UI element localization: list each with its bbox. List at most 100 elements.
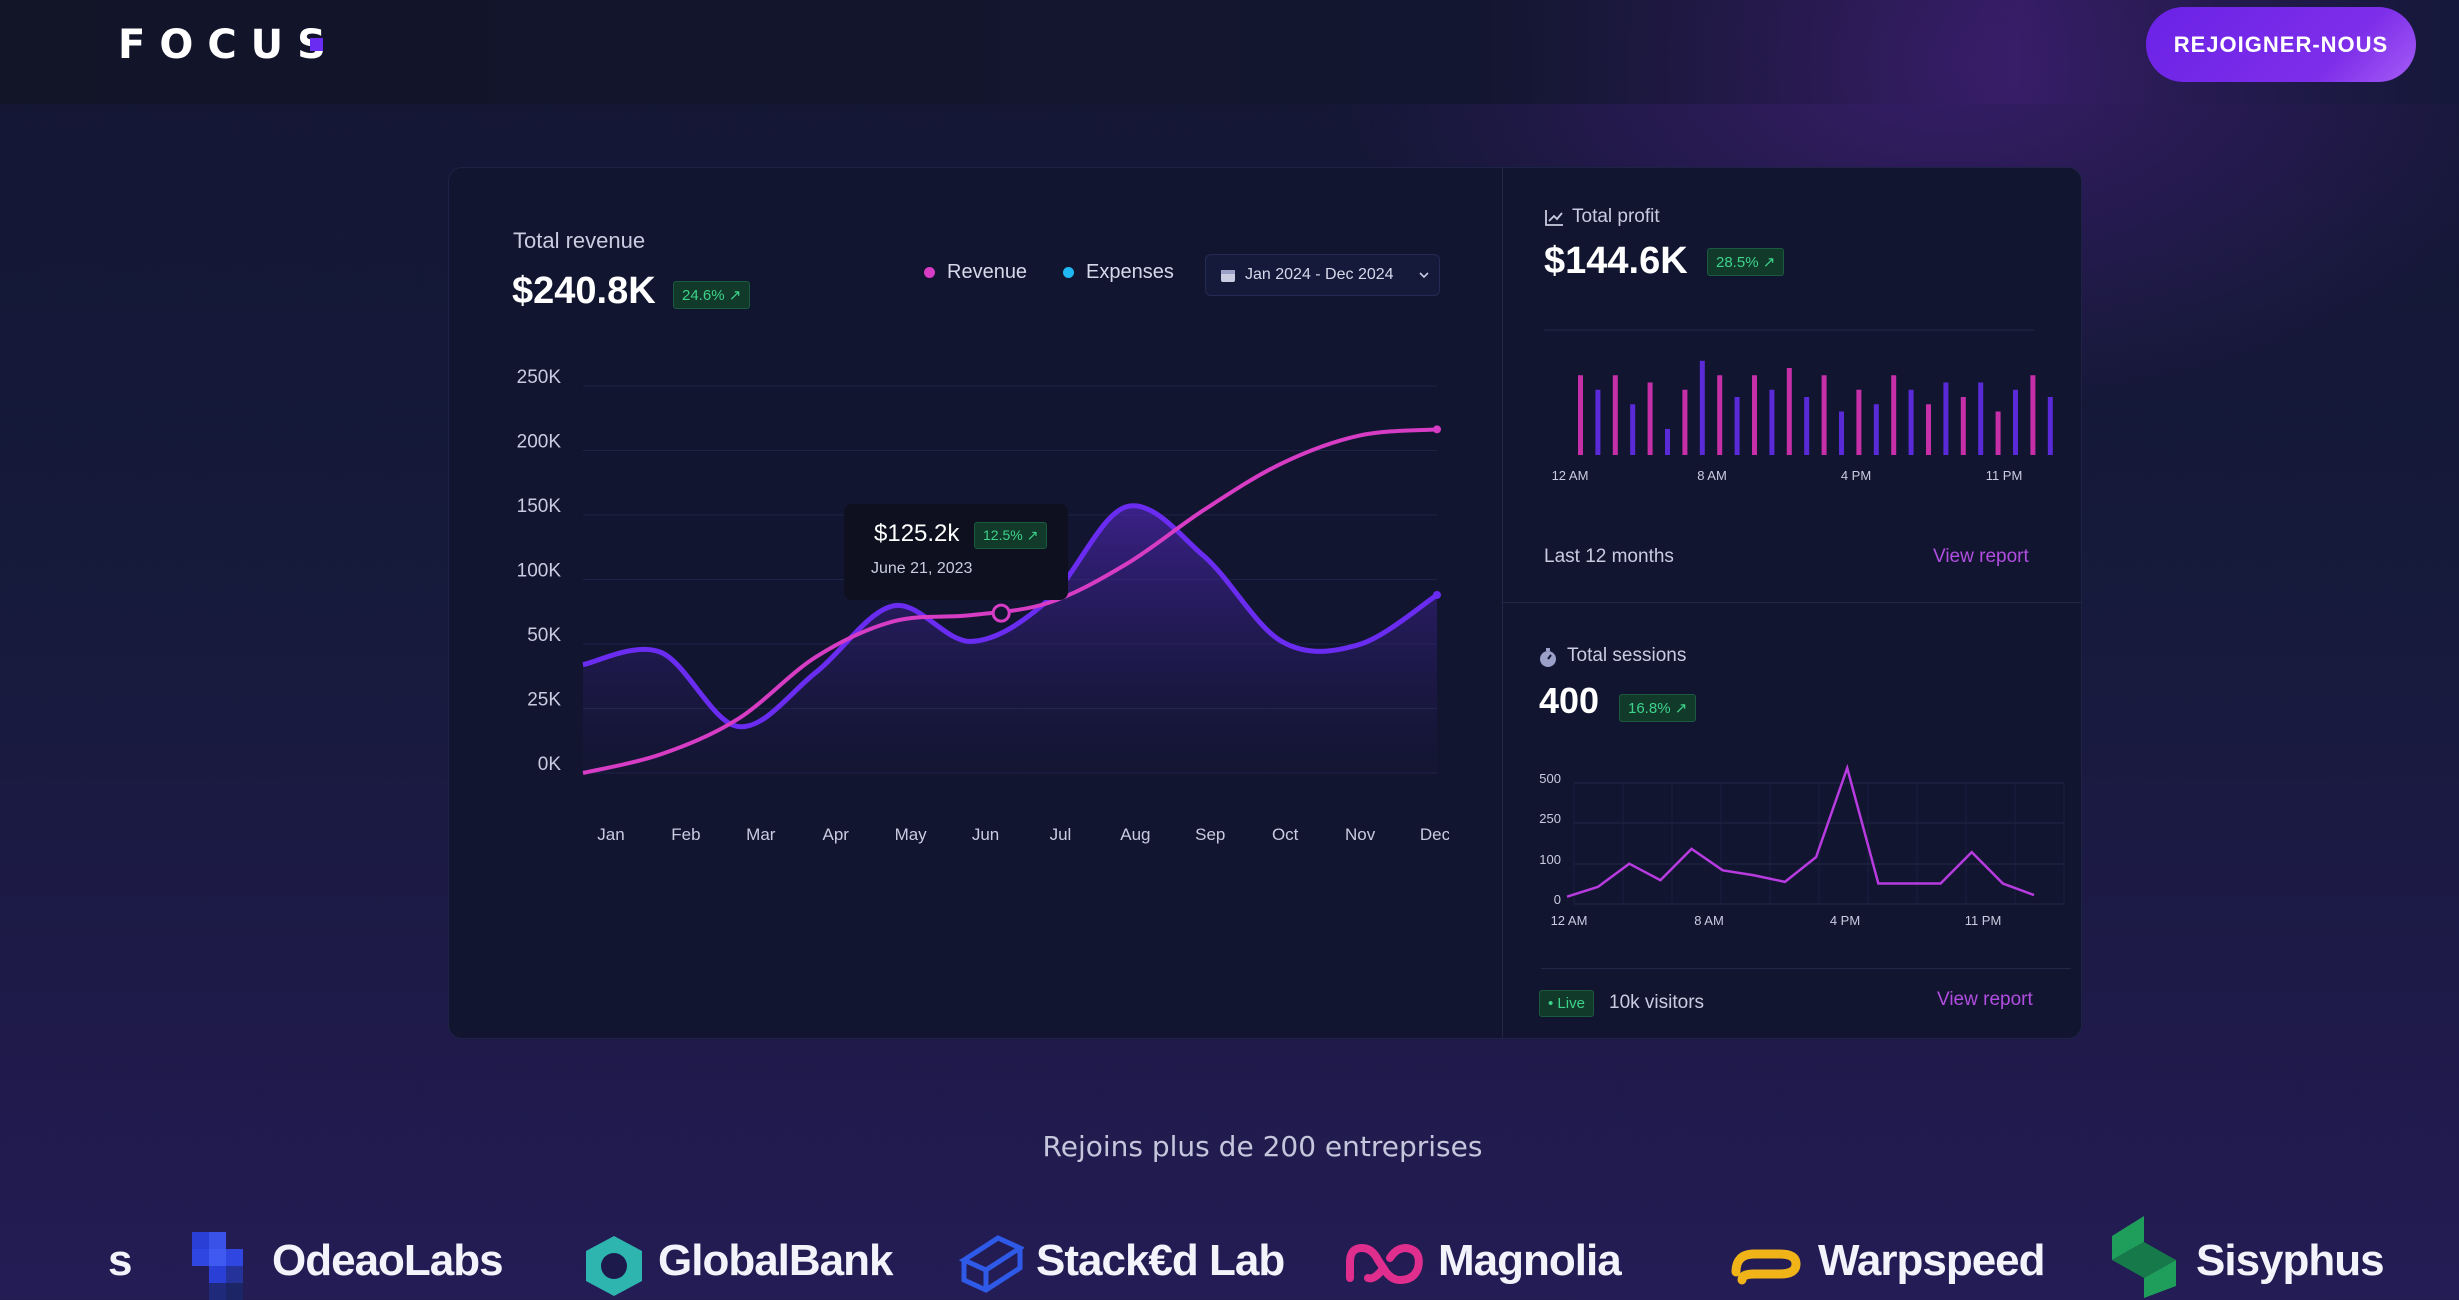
legend-revenue[interactable]: Revenue: [924, 261, 1027, 284]
profit-bar: [1926, 404, 1931, 455]
brand-logo[interactable]: FOCUS: [118, 22, 340, 68]
profit-title: Total profit: [1572, 206, 1660, 227]
x-tick-label: Mar: [746, 825, 776, 844]
globalbank-logo-icon: [586, 1236, 642, 1296]
client-logos-row: s OdeaoLabs GlobalBank Stack€d Lab Magno…: [0, 1216, 2459, 1300]
top-navbar: [0, 0, 2459, 104]
sessions-x-tick: 12 AM: [1551, 913, 1588, 928]
sessions-growth-badge: 16.8% ↗: [1619, 694, 1697, 722]
magnolia-logo-icon: [1346, 1243, 1423, 1284]
tooltip-badge: 12.5% ↗: [974, 522, 1048, 549]
x-tick-label: Aug: [1120, 825, 1150, 844]
y-tick-label: 25K: [527, 690, 561, 711]
warpspeed-logo-icon: [1731, 1249, 1801, 1285]
stackedlab-logo-icon: [958, 1235, 1024, 1293]
clients-subtitle: Rejoins plus de 200 entreprises: [1042, 1130, 1483, 1163]
profit-bar: [1943, 382, 1949, 455]
legend-expenses[interactable]: Expenses: [1063, 261, 1174, 284]
brand-sisyphus: Sisyphus: [2196, 1236, 2385, 1285]
profit-bar: [1856, 389, 1862, 455]
tooltip-value: $125.2k: [874, 520, 960, 547]
profit-bar: [2047, 397, 2053, 455]
sessions-x-tick: 4 PM: [1830, 913, 1860, 928]
profit-bar: [1995, 411, 2001, 455]
trend-chart-icon: [1545, 210, 1563, 226]
y-tick-label: 0K: [538, 754, 562, 775]
profit-view-report-link[interactable]: View report: [1933, 546, 2029, 568]
brand-stackedlab: Stack€d Lab: [1036, 1236, 1285, 1285]
profit-bar-chart: 12 AM 8 AM 4 PM 11 PM: [1544, 329, 2053, 483]
x-tick-label: Sep: [1195, 825, 1225, 844]
sessions-title: Total sessions: [1567, 645, 1687, 666]
calendar-icon: [1221, 270, 1235, 282]
date-range-select[interactable]: Jan 2024 - Dec 2024: [1205, 254, 1440, 296]
x-tick-label: May: [895, 825, 928, 844]
visitors-count: 10k visitors: [1609, 992, 1705, 1013]
brand-magnolia: Magnolia: [1438, 1236, 1622, 1285]
profit-bar: [1578, 375, 1583, 455]
chart-tooltip: $125.2k 12.5% ↗ June 21, 2023: [844, 504, 1068, 600]
live-badge: • Live: [1539, 990, 1594, 1017]
profit-bar: [1839, 411, 1844, 455]
x-tick-label: Jul: [1050, 825, 1072, 844]
profit-bar: [1804, 397, 1810, 455]
sessions-value: 400: [1539, 680, 1600, 721]
odeaolabs-logo-icon: [192, 1232, 243, 1300]
profit-bar: [1769, 389, 1775, 455]
tooltip-highlight-point: [991, 603, 1011, 623]
x-tick-label: Apr: [822, 825, 849, 844]
profit-growth-badge: 28.5% ↗: [1707, 248, 1785, 276]
legend-expenses-dot: [1063, 267, 1074, 278]
sessions-y-tick: 0: [1554, 892, 1561, 907]
revenue-growth-badge: 24.6% ↗: [673, 281, 751, 309]
profit-bar: [1682, 389, 1688, 455]
profit-bar: [1978, 382, 1984, 455]
profit-bar: [1734, 397, 1740, 455]
profit-bar: [1821, 375, 1827, 455]
sessions-x-tick: 8 AM: [1694, 913, 1724, 928]
profit-bar: [1752, 375, 1757, 455]
y-tick-label: 250K: [517, 367, 562, 388]
revenue-value: $240.8K: [512, 270, 656, 312]
x-tick-label: Jan: [597, 825, 624, 844]
join-us-button[interactable]: REJOIGNER-NOUS: [2146, 7, 2416, 82]
profit-value: $144.6K: [1544, 240, 1688, 282]
legend-revenue-dot: [924, 267, 935, 278]
profit-x-tick: 12 AM: [1552, 468, 1589, 483]
profit-bar: [1717, 375, 1723, 455]
sisyphus-logo-icon: [2112, 1216, 2176, 1298]
panel-divider-vertical: [1502, 168, 1503, 1038]
expenses-end-point: [1433, 590, 1441, 599]
y-tick-label: 100K: [517, 561, 562, 582]
profit-period: Last 12 months: [1544, 546, 1674, 567]
brand-globalbank: GlobalBank: [658, 1236, 893, 1285]
y-tick-label: 50K: [527, 625, 561, 646]
date-range-value: Jan 2024 - Dec 2024: [1245, 266, 1394, 283]
y-tick-label: 200K: [517, 432, 562, 453]
profit-bar: [1647, 382, 1653, 455]
sessions-x-tick: 11 PM: [1965, 913, 2002, 928]
sessions-view-report-link[interactable]: View report: [1937, 989, 2033, 1011]
chevron-down-icon: [1418, 272, 1429, 279]
legend-revenue-label: Revenue: [947, 261, 1028, 283]
dashboard-card: Total revenue $240.8K 24.6% ↗ Revenue Ex…: [448, 167, 2082, 1039]
profit-bar: [1873, 404, 1879, 455]
profit-bar: [1665, 428, 1670, 455]
profit-bar: [1595, 389, 1601, 455]
sessions-y-tick: 100: [1539, 852, 1561, 867]
panel-divider-horizontal: [1503, 602, 2081, 603]
profit-x-tick: 8 AM: [1697, 468, 1727, 483]
profit-bar: [1612, 375, 1618, 455]
brand-warpspeed: Warpspeed: [1818, 1236, 2046, 1285]
profit-bar: [1699, 360, 1705, 455]
profit-bar: [1786, 368, 1792, 455]
brand-partial: s: [108, 1236, 133, 1285]
profit-bar: [1891, 375, 1897, 455]
logo-accent-square: [310, 38, 323, 51]
tooltip-date: June 21, 2023: [871, 560, 973, 577]
x-tick-label: Feb: [671, 825, 700, 844]
profit-bar: [1960, 397, 1966, 455]
brand-odeaolabs: OdeaoLabs: [272, 1236, 504, 1285]
y-tick-label: 150K: [517, 496, 562, 517]
legend-expenses-label: Expenses: [1086, 261, 1174, 283]
